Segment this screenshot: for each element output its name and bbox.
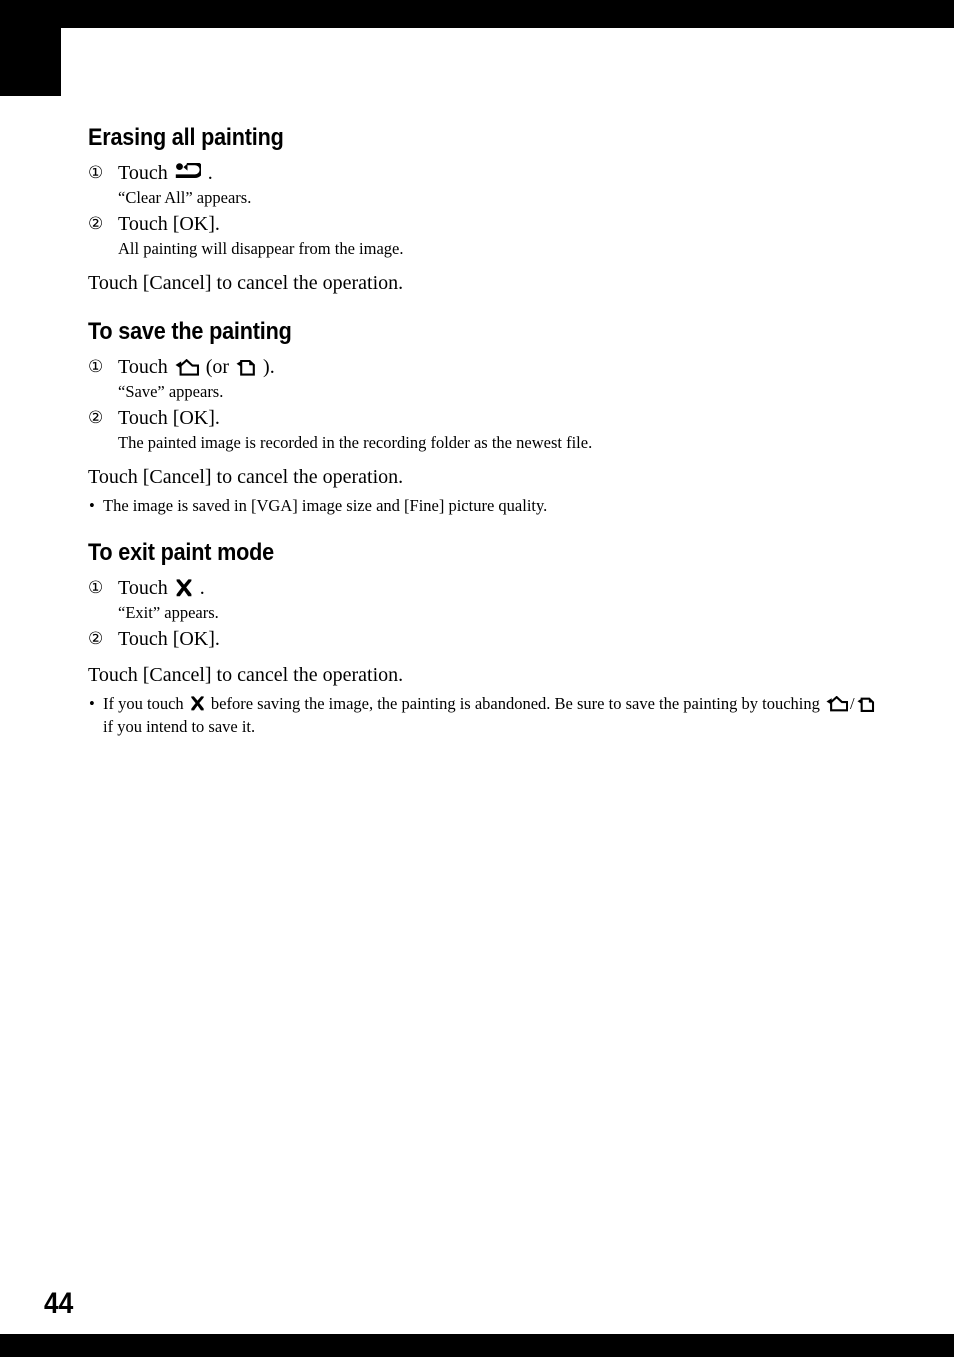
step-text-after: ). <box>263 356 275 378</box>
bullet-text-part3: if you intend to save it. <box>103 717 256 736</box>
section-heading: To exit paint mode <box>88 539 274 566</box>
bullet-text: The image is saved in [VGA] image size a… <box>103 496 548 515</box>
step-text: Touch [OK]. <box>118 628 220 650</box>
step-text: Touch <box>118 162 168 184</box>
step-number: ① <box>88 163 104 183</box>
bullet-marker: • <box>89 496 95 515</box>
section-heading: To save the painting <box>88 318 292 345</box>
step-description: The painted image is recorded in the rec… <box>118 433 593 452</box>
section-heading: Erasing all painting <box>88 124 284 151</box>
step-number: ② <box>88 408 104 428</box>
step-description: All painting will disappear from the ima… <box>118 239 404 258</box>
step-item: ② Touch [OK]. <box>88 626 888 652</box>
save-document-icon <box>236 358 256 376</box>
step-item: ② Touch [OK]. <box>88 211 888 237</box>
bullet-text-part2: before saving the image, the painting is… <box>210 694 820 713</box>
step-number: ② <box>88 629 104 649</box>
step-item: ① Touch . <box>88 160 888 186</box>
step-text-middle: (or <box>205 356 230 378</box>
cancel-note: Touch [Cancel] to cancel the operation. <box>88 466 404 488</box>
save-folder-icon <box>826 696 848 712</box>
bottom-black-bar <box>0 1334 954 1357</box>
page-number: 44 <box>44 1287 74 1320</box>
bullet-icon-separator: / <box>850 694 855 713</box>
section-erasing-all-painting: Erasing all painting ① Touch . “Clear Al… <box>88 124 888 296</box>
step-text-after: . <box>207 162 213 184</box>
step-description: “Clear All” appears. <box>118 188 252 207</box>
step-text: Touch <box>118 577 168 599</box>
page-content: Erasing all painting ① Touch . “Clear Al… <box>88 124 888 738</box>
step-description: “Save” appears. <box>118 382 224 401</box>
step-text-after: . <box>199 577 205 599</box>
save-document-icon <box>857 696 875 712</box>
step-number: ② <box>88 214 104 234</box>
step-number: ① <box>88 578 104 598</box>
section-to-save-the-painting: To save the painting ① Touch (or). “Sav… <box>88 318 888 517</box>
bullet-item: • The image is saved in [VGA] image size… <box>88 494 888 517</box>
bullet-item: • If you touch before saving the image, … <box>88 692 888 738</box>
cancel-note: Touch [Cancel] to cancel the operation. <box>88 664 404 686</box>
exit-close-icon <box>190 696 205 711</box>
step-description: “Exit” appears. <box>118 603 219 622</box>
step-text: Touch <box>118 356 168 378</box>
exit-close-icon <box>175 579 193 597</box>
manual-page: Erasing all painting ① Touch . “Clear Al… <box>0 0 954 1357</box>
step-text: Touch [OK]. <box>118 213 220 235</box>
bullet-text-part1: If you touch <box>103 694 184 713</box>
save-folder-icon <box>175 359 199 376</box>
step-item: ② Touch [OK]. <box>88 405 888 431</box>
side-thumb-tab <box>0 0 61 96</box>
cancel-note: Touch [Cancel] to cancel the operation. <box>88 272 404 294</box>
step-item: ① Touch (or ). <box>88 354 888 380</box>
section-to-exit-paint-mode: To exit paint mode ① Touch . “Exit” appe… <box>88 539 888 738</box>
step-text: Touch [OK]. <box>118 407 220 429</box>
clear-all-undo-icon <box>175 163 201 182</box>
top-black-bar <box>0 0 954 28</box>
step-item: ① Touch . <box>88 575 888 601</box>
bullet-marker: • <box>89 694 95 713</box>
step-number: ① <box>88 357 104 377</box>
